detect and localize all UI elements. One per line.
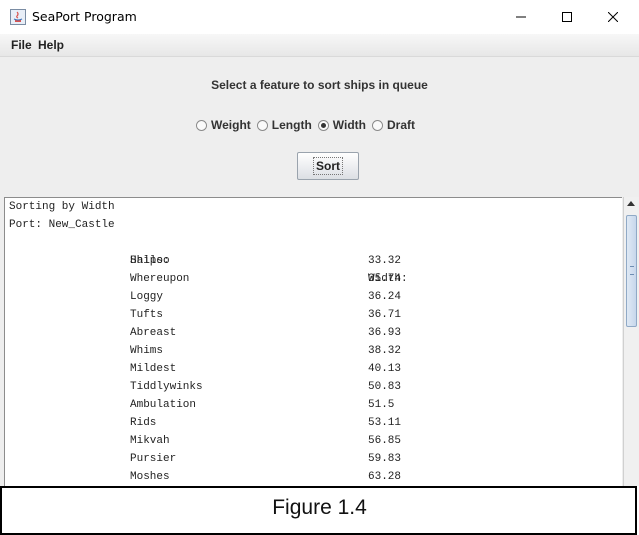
ship-width: 36.24 (368, 291, 402, 303)
ship-name: Mikvah (130, 435, 170, 447)
output-text-area[interactable]: Sorting by Width Port: New_Castle Ships:… (4, 197, 622, 486)
table-row: Pursier 59.83 (5, 450, 605, 468)
ship-width: 51.5 (368, 399, 395, 411)
table-row: Mildest 40.13 (5, 360, 605, 378)
ship-width: 40.13 (368, 363, 402, 375)
close-icon (608, 12, 618, 22)
figure-caption: Figure 1.4 (272, 496, 367, 519)
java-app-icon (10, 9, 26, 25)
ship-name: Mildest (130, 363, 177, 375)
ship-width: 50.83 (368, 381, 402, 393)
ship-name: Loggy (130, 291, 164, 303)
window-title: SeaPort Program (32, 9, 137, 24)
radio-selected-dot (320, 122, 326, 128)
ship-width: 56.85 (368, 435, 402, 447)
scroll-up-arrow-icon[interactable] (627, 201, 635, 206)
menu-help[interactable]: Help (38, 38, 64, 52)
sort-button[interactable]: Sort (297, 152, 359, 180)
ship-width: 36.71 (368, 309, 402, 321)
table-row: Tufts 36.71 (5, 306, 605, 324)
radio-length[interactable]: Length (256, 118, 312, 132)
close-button[interactable] (590, 0, 636, 34)
output-line-port: Port: New_Castle (9, 219, 115, 231)
ship-width: 59.83 (368, 453, 402, 465)
radio-length-label: Length (271, 118, 312, 132)
table-row: Ambulation 51.5 (5, 396, 605, 414)
title-bar: SeaPort Program (0, 0, 639, 34)
radio-draft-icon (372, 119, 383, 131)
maximize-button[interactable] (544, 0, 590, 34)
sort-button-label: Sort (313, 157, 343, 175)
ship-width: 63.28 (368, 471, 402, 483)
table-row: Loggy 36.24 (5, 288, 605, 306)
ship-name: Tiddlywinks (130, 381, 203, 393)
thumb-grip-icon (630, 266, 634, 275)
ship-name: Moshes (130, 471, 170, 483)
table-row: Whereupon 35.74 (5, 270, 605, 288)
table-row: Moshes 63.28 (5, 468, 605, 486)
menu-file-label: File (11, 38, 32, 52)
seaport-window: SeaPort Program File Help Select a featu… (0, 0, 639, 486)
radio-weight[interactable]: Weight (196, 118, 251, 132)
sort-options: Weight Length Width Draft (196, 117, 421, 133)
sort-prompt: Select a feature to sort ships in queue (211, 78, 428, 92)
maximize-icon (562, 12, 572, 22)
minimize-icon (516, 16, 526, 18)
ship-name: Whereupon (130, 273, 190, 285)
ship-name: Whims (130, 345, 164, 357)
table-row: Halloo 33.32 (5, 252, 605, 270)
output-line-sorting: Sorting by Width (9, 201, 115, 213)
scroll-thumb[interactable] (626, 215, 637, 327)
ship-name: Tufts (130, 309, 164, 321)
ship-name: Pursier (130, 453, 177, 465)
ship-name: Abreast (130, 327, 177, 339)
ship-width: 53.11 (368, 417, 402, 429)
ship-width: 38.32 (368, 345, 402, 357)
output-header-row: Ships: Width: (5, 234, 605, 285)
table-row: Whims 38.32 (5, 342, 605, 360)
ship-width: 33.32 (368, 255, 402, 267)
radio-draft-label: Draft (387, 118, 416, 132)
radio-width-icon (317, 119, 329, 131)
table-row: Abreast 36.93 (5, 324, 605, 342)
menu-bar: File Help (0, 34, 639, 57)
radio-length-icon (256, 119, 268, 131)
ship-name: Ambulation (130, 399, 197, 411)
radio-draft[interactable]: Draft (372, 118, 415, 132)
radio-weight-icon (196, 119, 207, 131)
radio-width[interactable]: Width (317, 118, 366, 132)
radio-weight-label: Weight (211, 118, 251, 132)
table-row: Rids 53.11 (5, 414, 605, 432)
table-row: Tiddlywinks 50.83 (5, 378, 605, 396)
ship-name: Halloo (130, 255, 170, 267)
menu-help-label: Help (38, 38, 65, 52)
ship-width: 35.74 (368, 273, 402, 285)
ship-name: Rids (130, 417, 157, 429)
ship-width: 36.93 (368, 327, 402, 339)
minimize-button[interactable] (498, 0, 544, 34)
vertical-scrollbar[interactable] (623, 197, 639, 486)
menu-file[interactable]: File (11, 38, 32, 52)
table-row: Mikvah 56.85 (5, 432, 605, 450)
radio-width-label: Width (332, 118, 366, 132)
